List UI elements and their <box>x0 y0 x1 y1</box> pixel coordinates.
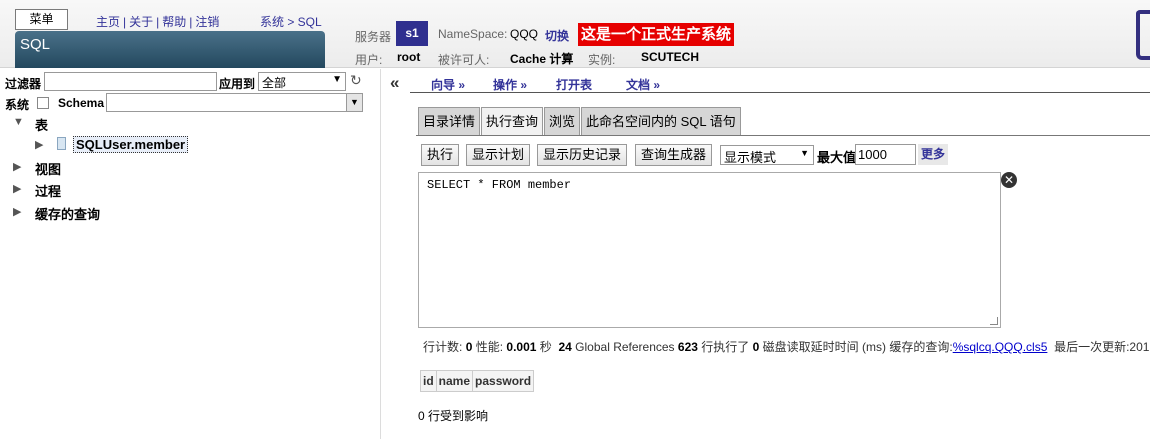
schema-select[interactable]: ▼ <box>106 93 363 112</box>
column-header-name: name <box>435 370 474 392</box>
seconds-label: 秒 <box>539 340 552 354</box>
lines-executed-label: 行执行了 <box>701 340 750 354</box>
tab-catalog-details[interactable]: 目录详情 <box>418 107 481 135</box>
switch-namespace-link[interactable]: 切换 <box>545 27 569 44</box>
apply-to-value: 全部 <box>262 76 287 90</box>
expand-table-icon[interactable]: ▶ <box>35 138 43 151</box>
performance-value: 0.001 <box>506 340 537 354</box>
tree-node-tables[interactable]: 表 <box>35 115 48 134</box>
licensee-label: 被许可人: <box>438 53 490 67</box>
row-count-label: 行计数: <box>423 340 463 354</box>
clear-query-icon[interactable]: ✕ <box>1001 172 1017 188</box>
show-history-button[interactable]: 显示历史记录 <box>537 144 628 166</box>
divider <box>410 92 1150 93</box>
row-count-value: 0 <box>465 340 473 354</box>
show-plan-button[interactable]: 显示计划 <box>466 144 531 166</box>
table-header-row: id name password <box>420 370 535 392</box>
namespace-label: NameSpace: <box>438 27 508 41</box>
query-statistics: 行计数: 0 性能: 0.001 秒 24 Global References … <box>423 338 1150 355</box>
licensee-value: Cache 计算 <box>510 52 574 66</box>
tab-execute-query[interactable]: 执行查询 <box>481 107 544 136</box>
nav-actions[interactable]: 操作 » <box>493 76 527 93</box>
tree-node-cached-queries[interactable]: 缓存的查询 <box>35 204 100 223</box>
cached-query-label: 缓存的查询: <box>889 340 953 354</box>
separator: | <box>156 15 160 29</box>
nav-wizard[interactable]: 向导 » <box>431 76 465 93</box>
instance-label: 实例: <box>588 53 616 67</box>
header-bar: 菜单 主页 | 关于 | 帮助 | 注销 系统 > SQL SQL 服务器 s1 NameS… <box>0 0 1150 68</box>
collapse-panel-icon[interactable]: « <box>390 73 399 93</box>
system-label: 系统 <box>5 98 30 112</box>
global-refs-label: Global References <box>575 340 675 354</box>
last-update-label: 最后一次更新:201 <box>1054 340 1150 354</box>
max-rows-input[interactable] <box>855 144 916 165</box>
expand-tables-icon[interactable]: ▼ <box>13 116 24 128</box>
left-panel: 过滤器 应用到 全部 ▼ ↻ 系统 Schema ▼ ▼ 表 ▶ SQLUser… <box>0 69 381 439</box>
page-title: SQL <box>15 31 325 68</box>
disk-latency-value: 0 <box>752 340 760 354</box>
display-mode-select[interactable]: 显示模式 ▼ <box>720 145 814 165</box>
expand-views-icon[interactable]: ▶ <box>13 160 21 173</box>
home-link[interactable]: 主页 <box>96 15 120 29</box>
rows-affected-status: 0 行受到影响 <box>418 409 489 423</box>
resize-handle-icon[interactable] <box>990 317 998 325</box>
tree-node-procedures[interactable]: 过程 <box>35 181 61 200</box>
filter-label: 过滤器 <box>5 77 42 91</box>
chevron-down-icon: ▼ <box>332 74 342 85</box>
performance-label: 性能: <box>475 340 504 354</box>
tab-sql-statements[interactable]: 此命名空间内的 SQL 语句 <box>581 107 741 135</box>
divider <box>416 135 1150 136</box>
query-textarea[interactable]: SELECT * FROM member <box>418 172 1001 328</box>
tree-node-sqluser-member[interactable]: SQLUser.member <box>73 136 189 153</box>
tab-browse[interactable]: 浏览 <box>544 107 581 135</box>
result-table: id name password <box>420 370 535 392</box>
more-options-link[interactable]: 更多 <box>918 144 949 165</box>
schema-label: Schema <box>58 96 105 110</box>
global-refs-value: 24 <box>558 340 572 354</box>
max-rows-label: 最大值 <box>817 150 857 165</box>
cached-query-link[interactable]: %sqlcq.QQQ.cls5 <box>953 340 1048 354</box>
refresh-icon[interactable]: ↻ <box>350 72 362 89</box>
chevron-down-icon: ▼ <box>346 94 362 111</box>
logo-icon <box>1136 10 1150 60</box>
apply-to-select[interactable]: 全部 ▼ <box>258 72 346 91</box>
server-value: s1 <box>396 21 428 46</box>
expand-procedures-icon[interactable]: ▶ <box>13 182 21 195</box>
lines-executed-value: 623 <box>677 340 698 354</box>
logout-link[interactable]: 注销 <box>195 15 219 29</box>
column-header-id: id <box>420 370 437 392</box>
display-mode-value: 显示模式 <box>724 150 777 165</box>
server-label: 服务器 <box>355 30 392 44</box>
query-builder-button[interactable]: 查询生成器 <box>635 144 713 166</box>
filter-input[interactable] <box>44 72 217 91</box>
system-checkbox[interactable] <box>37 97 49 109</box>
execute-button[interactable]: 执行 <box>421 144 460 166</box>
production-banner: 这是一个正式生产系统 <box>578 23 735 46</box>
column-header-password: password <box>472 370 535 392</box>
user-value: root <box>397 50 421 64</box>
table-icon <box>57 137 66 150</box>
nav-open-table[interactable]: 打开表 <box>556 76 592 93</box>
apply-to-label: 应用到 <box>219 77 256 91</box>
chevron-down-icon: ▼ <box>800 148 809 158</box>
user-label: 用户: <box>355 53 383 67</box>
namespace-value: QQQ <box>510 27 539 41</box>
menu-button[interactable]: 菜单 <box>15 9 68 30</box>
instance-value: SCUTECH <box>641 50 700 64</box>
separator: | <box>123 15 127 29</box>
help-link[interactable]: 帮助 <box>162 15 186 29</box>
about-link[interactable]: 关于 <box>129 15 153 29</box>
breadcrumb[interactable]: 系统 > SQL <box>260 13 322 30</box>
nav-documentation[interactable]: 文档 » <box>626 76 660 93</box>
disk-latency-label: 磁盘读取延时时间 (ms) <box>762 340 886 354</box>
tree-node-views[interactable]: 视图 <box>35 159 61 178</box>
expand-cached-queries-icon[interactable]: ▶ <box>13 205 21 218</box>
query-text: SELECT * FROM member <box>427 178 572 192</box>
top-links: 主页 | 关于 | 帮助 | 注销 <box>96 13 219 30</box>
